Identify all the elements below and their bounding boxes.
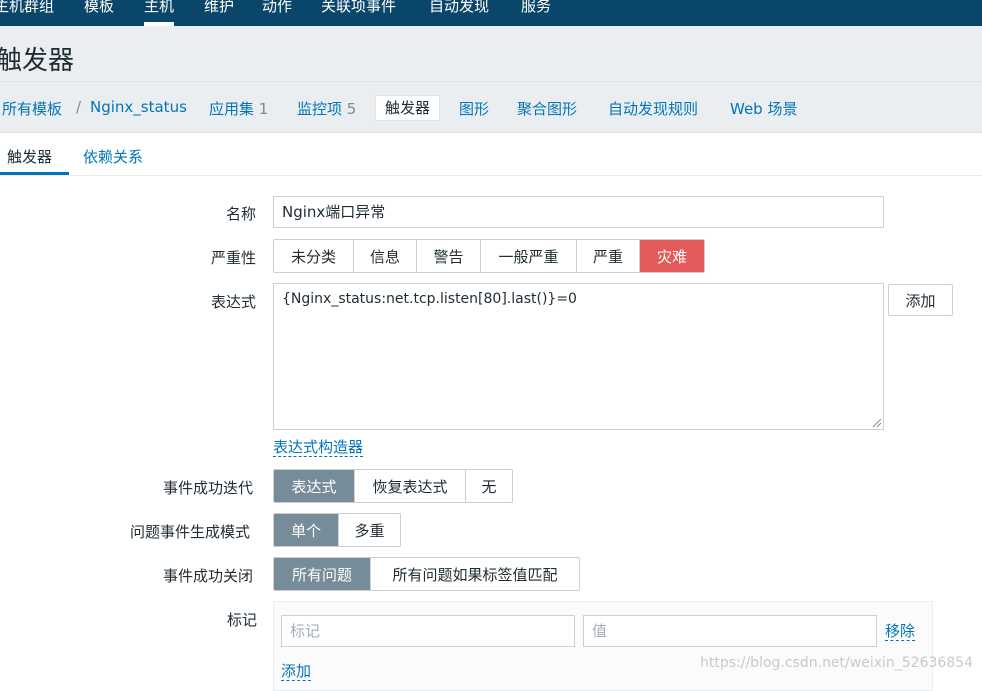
tab-web-scenarios[interactable]: Web 场景: [730, 98, 797, 119]
nav-host-groups[interactable]: 主机群组: [0, 0, 54, 18]
expression-constructor-link[interactable]: 表达式构造器: [273, 438, 364, 457]
form-tabs: 触发器 依赖关系: [0, 133, 982, 176]
tag-value-placeholder: 值: [592, 622, 608, 640]
nav-templates[interactable]: 模板: [84, 0, 114, 18]
ok-close-if-tag-match[interactable]: 所有问题如果标签值匹配: [371, 558, 579, 590]
tag-name-input[interactable]: 标记: [281, 615, 575, 647]
tab-items-label: 监控项: [297, 100, 343, 118]
name-label: 名称: [226, 205, 257, 223]
breadcrumb-template[interactable]: Nginx_status: [90, 98, 187, 116]
nav-services[interactable]: 服务: [521, 0, 551, 18]
resize-handle-icon[interactable]: [870, 416, 882, 428]
problem-mode-selector: 单个 多重: [273, 513, 401, 547]
tab-applications-label: 应用集: [209, 100, 255, 118]
tab-applications[interactable]: 应用集 1: [209, 98, 268, 119]
tag-name-placeholder: 标记: [290, 622, 321, 640]
items-count: 5: [346, 100, 357, 118]
severity-disaster[interactable]: 灾难: [640, 240, 704, 272]
severity-selector: 未分类 信息 警告 一般严重 严重 灾难: [273, 239, 705, 273]
expression-value: {Nginx_status:net.tcp.listen[80].last()}…: [282, 291, 577, 307]
severity-information[interactable]: 信息: [354, 240, 417, 272]
tab-triggers[interactable]: 触发器: [375, 95, 441, 121]
breadcrumb-all-templates[interactable]: 所有模板: [2, 98, 62, 119]
severity-high[interactable]: 严重: [577, 240, 640, 272]
nav-actions[interactable]: 动作: [262, 0, 292, 18]
top-nav: 主机群组 模板 主机 维护 动作 关联项事件 自动发现 服务: [0, 0, 982, 26]
add-tag-link[interactable]: 添加: [281, 662, 312, 681]
tab-items[interactable]: 监控项 5: [297, 98, 356, 119]
applications-count: 1: [258, 100, 269, 118]
tags-label: 标记: [227, 611, 258, 629]
breadcrumb: 所有模板 / Nginx_status 应用集 1 监控项 5 触发器 图形 聚…: [0, 82, 982, 133]
expression-textarea[interactable]: {Nginx_status:net.tcp.listen[80].last()}…: [273, 283, 884, 430]
severity-warning[interactable]: 警告: [417, 240, 481, 272]
tag-value-input[interactable]: 值: [583, 615, 877, 647]
page-title: 触发器: [0, 46, 75, 76]
tab-dependencies[interactable]: 依赖关系: [83, 146, 143, 167]
ok-close-all-problems[interactable]: 所有问题: [274, 558, 371, 590]
name-value: Nginx端口异常: [282, 203, 386, 221]
ok-event-recovery-expression[interactable]: 恢复表达式: [355, 470, 466, 502]
ok-close-label: 事件成功关闭: [163, 567, 254, 585]
problem-mode-single[interactable]: 单个: [274, 514, 339, 546]
severity-label: 严重性: [211, 249, 257, 267]
nav-event-correlation[interactable]: 关联项事件: [321, 0, 396, 18]
name-field[interactable]: Nginx端口异常: [273, 196, 884, 228]
tab-screens[interactable]: 聚合图形: [517, 98, 577, 119]
remove-tag-link[interactable]: 移除: [885, 622, 916, 641]
watermark: https://blog.csdn.net/weixin_52636854: [700, 655, 974, 671]
ok-event-expression[interactable]: 表达式: [274, 470, 355, 502]
severity-average[interactable]: 一般严重: [481, 240, 577, 272]
ok-event-selector: 表达式 恢复表达式 无: [273, 469, 513, 503]
ok-event-none[interactable]: 无: [466, 470, 512, 502]
nav-maintenance[interactable]: 维护: [204, 0, 234, 18]
tab-discovery-rules[interactable]: 自动发现规则: [608, 98, 698, 119]
severity-not-classified[interactable]: 未分类: [274, 240, 354, 272]
ok-event-label: 事件成功迭代: [163, 479, 254, 497]
tab-graphs[interactable]: 图形: [459, 98, 489, 119]
ok-close-selector: 所有问题 所有问题如果标签值匹配: [273, 557, 580, 591]
expression-label: 表达式: [211, 293, 257, 311]
nav-discovery[interactable]: 自动发现: [429, 0, 489, 18]
active-tab-indicator: [0, 172, 69, 175]
problem-mode-multiple[interactable]: 多重: [339, 514, 400, 546]
tab-trigger[interactable]: 触发器: [7, 146, 52, 167]
problem-mode-label: 问题事件生成模式: [130, 523, 251, 541]
nav-hosts[interactable]: 主机: [144, 0, 175, 26]
add-expression-button[interactable]: 添加: [888, 284, 953, 316]
page-header: 触发器: [0, 26, 982, 82]
breadcrumb-separator: /: [76, 98, 82, 116]
